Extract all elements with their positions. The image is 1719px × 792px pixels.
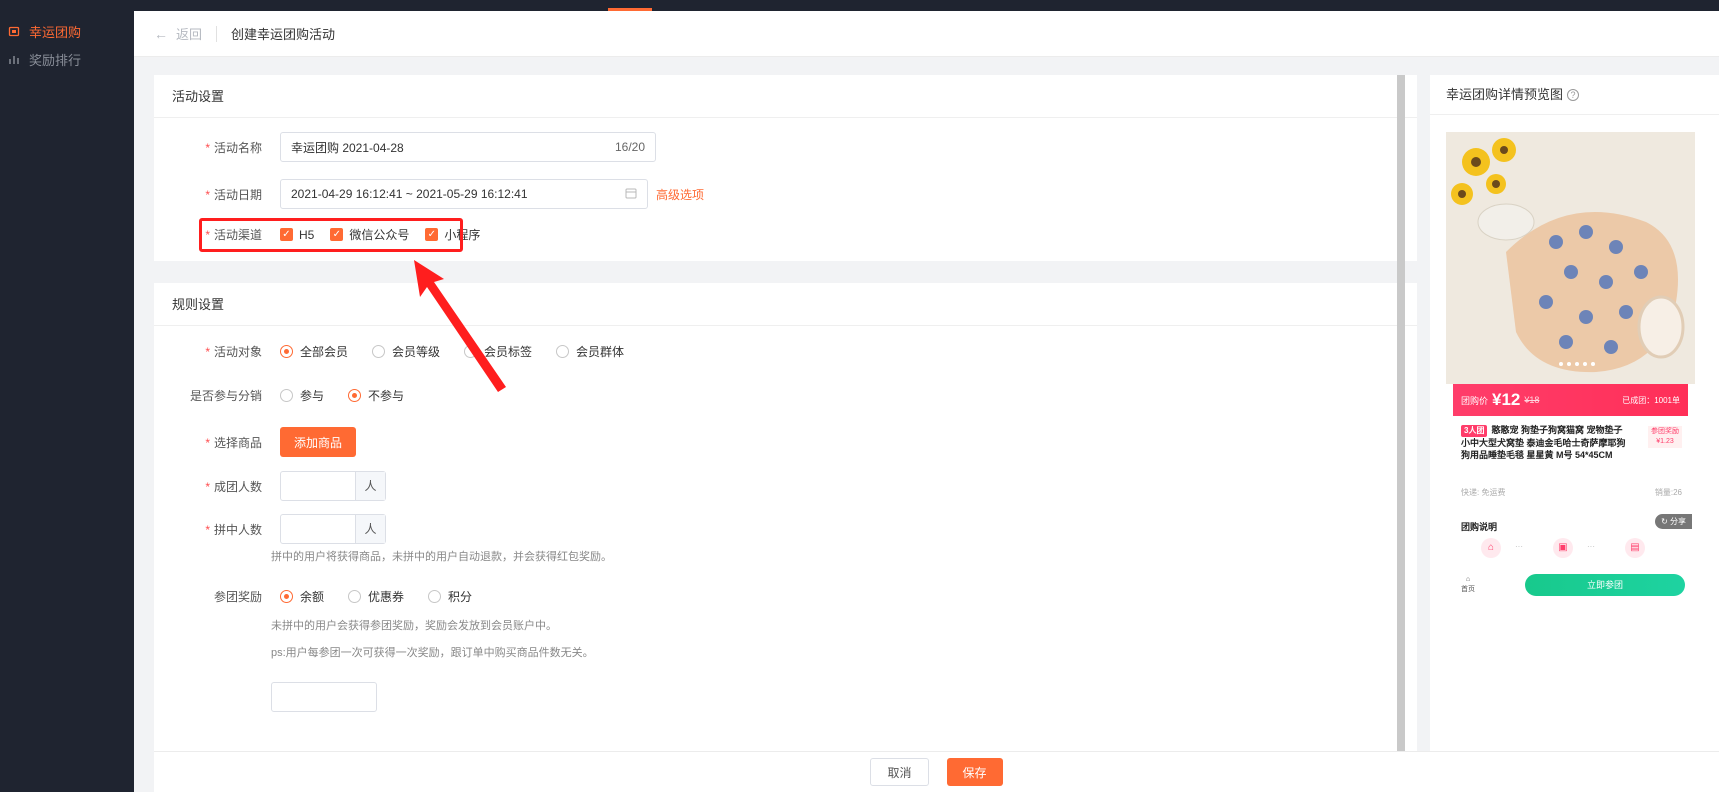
sidebar-item-label: 幸运团购 bbox=[29, 24, 82, 40]
winner-count-row: * 拼中人数 人 bbox=[154, 514, 386, 544]
preview-group-info: 团购说明 ↻ 分享 ⌂ ··· ▣ ··· ▤ bbox=[1453, 512, 1692, 567]
reward-balance-radio[interactable]: 余额 bbox=[280, 588, 324, 605]
home-button[interactable]: ⌂ 首页 bbox=[1461, 575, 1475, 595]
product-label: * 选择商品 bbox=[205, 435, 262, 450]
unit-label: 人 bbox=[355, 515, 385, 543]
reward-row: 参团奖励 余额 优惠券 积分 bbox=[154, 588, 496, 605]
sidebar-item-label: 奖励排行 bbox=[29, 52, 82, 68]
dots-icon: ··· bbox=[1515, 542, 1523, 551]
header-divider bbox=[216, 25, 218, 42]
distribution-not-join-radio[interactable]: 不参与 bbox=[348, 387, 404, 404]
product-image bbox=[1446, 132, 1695, 384]
reward-coupon-radio[interactable]: 优惠券 bbox=[348, 588, 404, 605]
bag-icon: ⌂ bbox=[1481, 538, 1501, 558]
winner-hint: 拼中的用户将获得商品，未拼中的用户自动退款，并会获得红包奖励。 bbox=[271, 551, 612, 563]
winner-count-label: * 拼中人数 bbox=[205, 522, 262, 537]
winner-count-input[interactable]: 人 bbox=[280, 514, 386, 544]
rule-settings-card: 规则设置 * 活动对象 全部会员 会员等级 会员标签 会员群体 是否参与分销 参与… bbox=[154, 283, 1417, 751]
group-buy-icon bbox=[7, 24, 21, 38]
activity-date-row: * 活动日期 2021-04-29 16:12:41 ~ 2021-05-29 1… bbox=[154, 179, 704, 209]
distribution-row: 是否参与分销 参与 不参与 bbox=[154, 387, 428, 404]
arrow-left-icon: ← bbox=[154, 25, 168, 42]
preview-bottom-bar: ⌂ 首页 立即参团 bbox=[1453, 571, 1688, 601]
preview-title: 幸运团购详情预览图? bbox=[1430, 75, 1719, 115]
section-title: 团购说明 bbox=[1461, 522, 1498, 532]
char-count: 16/20 bbox=[614, 140, 645, 154]
reward-badge: 参团奖励 ¥1.23 bbox=[1648, 426, 1682, 448]
joined-count: 已成团：1001单 bbox=[1622, 395, 1680, 405]
home-icon: ⌂ bbox=[1465, 576, 1471, 583]
gift-icon: ▣ bbox=[1553, 538, 1573, 558]
unit-label: 人 bbox=[355, 472, 385, 500]
reward-hint-1: 未拼中的用户会获得参团奖励，奖励会发放到会员账户中。 bbox=[271, 620, 557, 632]
group-tag: 3人团 bbox=[1461, 425, 1488, 437]
group-size-input[interactable]: 人 bbox=[280, 471, 386, 501]
help-icon[interactable]: ? bbox=[1567, 89, 1580, 101]
group-size-row: * 成团人数 人 bbox=[154, 471, 386, 501]
page-header: ← 返回 创建幸运团购活动 bbox=[134, 11, 1719, 57]
activity-date-value: 2021-04-29 16:12:41 ~ 2021-05-29 16:12:4… bbox=[291, 187, 528, 201]
share-button[interactable]: ↻ 分享 bbox=[1655, 514, 1692, 529]
activity-name-label: * 活动名称 bbox=[205, 140, 262, 155]
activity-name-input[interactable]: 幸运团购 2021-04-28 16/20 bbox=[280, 132, 656, 162]
preview-product-card: 3人团 憨憨宠 狗垫子狗窝猫窝 宠物垫子小中大型犬窝垫 泰迪金毛哈士奇萨摩耶狗狗用… bbox=[1453, 418, 1688, 504]
calendar-icon bbox=[625, 187, 637, 202]
channel-highlight-box bbox=[199, 218, 463, 252]
target-member-group-radio[interactable]: 会员群体 bbox=[556, 343, 624, 360]
bar-chart-icon bbox=[7, 52, 21, 66]
activity-date-picker[interactable]: 2021-04-29 16:12:41 ~ 2021-05-29 16:12:4… bbox=[280, 179, 648, 209]
activity-date-label: * 活动日期 bbox=[205, 187, 262, 202]
cancel-button[interactable]: 取消 bbox=[870, 758, 929, 786]
page-title: 创建幸运团购活动 bbox=[231, 27, 336, 42]
add-product-button[interactable]: 添加商品 bbox=[280, 427, 357, 457]
reward-points-radio[interactable]: 积分 bbox=[428, 588, 472, 605]
group-price: ¥12 bbox=[1492, 390, 1521, 409]
reward-hint-2: ps:用户每参团一次可获得一次奖励，跟订单中购买商品件数无关。 bbox=[271, 647, 594, 659]
group-size-label: * 成团人数 bbox=[205, 479, 262, 494]
sold-count: 销量:26 bbox=[1654, 488, 1682, 497]
sidebar-item-reward-ranking[interactable]: 奖励排行 bbox=[0, 46, 134, 72]
activity-name-value: 幸运团购 2021-04-28 bbox=[291, 140, 404, 155]
sidebar: 幸运团购 奖励排行 bbox=[0, 0, 134, 792]
target-row: * 活动对象 全部会员 会员等级 会员标签 会员群体 bbox=[154, 343, 648, 360]
scrollbar[interactable] bbox=[1397, 75, 1405, 751]
advanced-options-link[interactable]: 高级选项 bbox=[656, 186, 704, 203]
preview-price-bar: 团购价 ¥12 ¥18 已成团：1001单 bbox=[1453, 384, 1688, 416]
back-label: 返回 bbox=[176, 27, 203, 42]
dots-icon: ··· bbox=[1587, 542, 1595, 551]
target-all-members-radio[interactable]: 全部会员 bbox=[280, 343, 348, 360]
target-label: * 活动对象 bbox=[205, 345, 262, 359]
product-name: 3人团 憨憨宠 狗垫子狗窝猫窝 宠物垫子小中大型犬窝垫 泰迪金毛哈士奇萨摩耶狗狗用… bbox=[1461, 425, 1626, 460]
shipping-info: 快递: 免运费 bbox=[1461, 488, 1506, 497]
save-button[interactable]: 保存 bbox=[946, 758, 1003, 786]
form-footer: 取消 保存 bbox=[154, 751, 1719, 792]
rule-settings-title: 规则设置 bbox=[154, 283, 1417, 326]
sidebar-item-lucky-group-buy[interactable]: 幸运团购 bbox=[0, 18, 134, 44]
back-button[interactable]: ← 返回 bbox=[134, 24, 202, 43]
partial-input[interactable] bbox=[271, 682, 377, 712]
product-row: * 选择商品 添加商品 bbox=[154, 427, 357, 457]
activity-name-row: * 活动名称 幸运团购 2021-04-28 16/20 bbox=[154, 132, 656, 162]
original-price: ¥18 bbox=[1524, 395, 1540, 405]
activity-settings-title: 活动设置 bbox=[154, 75, 1417, 118]
annotation-arrow-icon bbox=[414, 260, 506, 392]
distribution-join-radio[interactable]: 参与 bbox=[280, 387, 324, 404]
preview-panel: 幸运团购详情预览图? 团购价 ¥12 ¥18 已成团：1001单 3人团 憨憨宠… bbox=[1430, 75, 1719, 751]
price-prefix: 团购价 bbox=[1461, 395, 1489, 406]
main-panel: ← 返回 创建幸运团购活动 活动设置 * 活动名称 幸运团购 2021-04-28… bbox=[134, 11, 1719, 792]
reward-label: 参团奖励 bbox=[213, 590, 262, 604]
join-now-button[interactable]: 立即参团 bbox=[1525, 574, 1685, 596]
box-icon: ▤ bbox=[1625, 538, 1645, 558]
distribution-label: 是否参与分销 bbox=[189, 389, 262, 403]
top-bar bbox=[0, 0, 1719, 11]
form-scroll-area: 活动设置 * 活动名称 幸运团购 2021-04-28 16/20 * 活动日期 2… bbox=[154, 75, 1417, 751]
